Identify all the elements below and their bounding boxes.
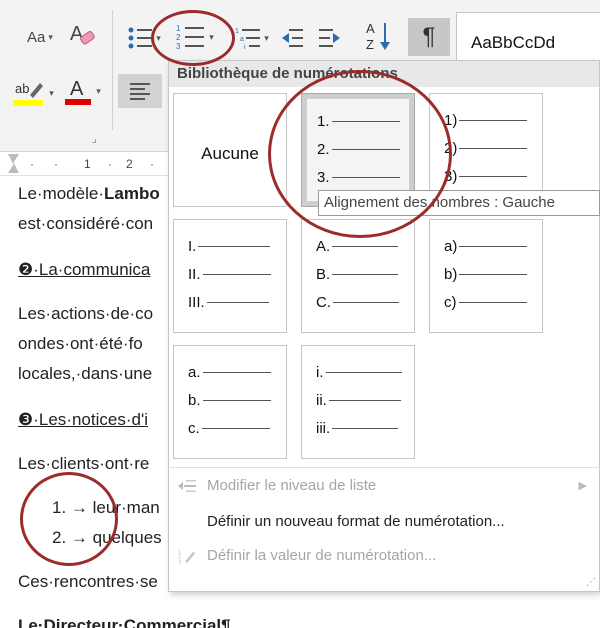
numbering-format-tile[interactable]: a) b) c) bbox=[429, 219, 543, 333]
numbering-library-title: Bibliothèque de numérotations bbox=[169, 61, 599, 87]
dialog-launcher-icon[interactable]: ⌟ bbox=[92, 134, 97, 145]
numbering-format-none[interactable]: Aucune bbox=[173, 93, 287, 207]
svg-text:1: 1 bbox=[235, 28, 239, 35]
style-preview-label: AaBbCcDd bbox=[471, 33, 556, 52]
doc-line: Les·clients·ont·re bbox=[18, 454, 150, 473]
numbering-format-tile[interactable]: a. b. c. bbox=[173, 345, 287, 459]
chevron-down-icon: ▾ bbox=[156, 32, 161, 43]
increase-indent-button[interactable] bbox=[314, 22, 346, 54]
change-list-level-menu-item[interactable]: Modifier le niveau de liste ▶ bbox=[169, 471, 599, 501]
align-left-button[interactable] bbox=[118, 74, 162, 108]
numbering-icon: 1 2 3 bbox=[176, 24, 205, 51]
doc-line: Ces·rencontres·se bbox=[18, 572, 158, 591]
list-number: 2. bbox=[52, 528, 67, 547]
none-label: Aucune bbox=[201, 144, 259, 163]
multilevel-list-icon: 1 a i bbox=[235, 28, 261, 50]
highlight-color-button[interactable]: ab ▾ bbox=[10, 78, 56, 108]
svg-text:ab: ab bbox=[15, 81, 29, 96]
bullets-icon bbox=[128, 27, 153, 49]
numbering-library-dropdown: Bibliothèque de numérotations Aucune 1. … bbox=[168, 60, 600, 592]
list-item: 1. → leur·man bbox=[52, 498, 160, 518]
numbering-format-tile[interactable]: i. ii. iii. bbox=[301, 345, 415, 459]
increase-indent-icon bbox=[319, 29, 340, 47]
doc-line: locales,·dans·une bbox=[18, 364, 153, 383]
doc-line: Le·modèle·Lambo bbox=[18, 184, 160, 203]
ruler-tick-1: 1 bbox=[84, 157, 91, 171]
section-heading: ❸·Les·notices·d'i bbox=[18, 410, 148, 429]
svg-text:3: 3 bbox=[178, 560, 181, 564]
sort-az-icon: A Z bbox=[366, 21, 390, 52]
set-numbering-value-icon: 1 2 3 bbox=[178, 549, 195, 564]
pilcrow-icon: ¶ bbox=[422, 23, 436, 50]
change-case-label: Aa bbox=[27, 28, 46, 46]
clear-formatting-icon: A bbox=[70, 23, 95, 45]
svg-text:2: 2 bbox=[176, 33, 181, 42]
numbering-format-tile[interactable]: I. II. III. bbox=[173, 219, 287, 333]
svg-text:a: a bbox=[240, 36, 244, 43]
bullets-button[interactable]: ▾ bbox=[124, 22, 164, 54]
tooltip: Alignement des nombres : Gauche bbox=[318, 190, 600, 216]
horizontal-ruler[interactable]: · · 1 · 2 · bbox=[0, 152, 170, 176]
svg-text:1: 1 bbox=[176, 24, 181, 33]
decrease-indent-icon bbox=[282, 29, 303, 47]
highlight-icon: ab bbox=[13, 81, 44, 106]
chevron-down-icon: ▾ bbox=[48, 31, 53, 42]
decrease-indent-button[interactable] bbox=[276, 22, 308, 54]
numbering-button[interactable]: 1 2 3 ▾ bbox=[170, 20, 220, 54]
doc-line: est·considéré·con bbox=[18, 214, 154, 233]
section-heading: ❷·La·communica bbox=[18, 260, 151, 279]
list-text: → leur·man bbox=[70, 498, 160, 517]
svg-text:3: 3 bbox=[176, 42, 181, 51]
list-item: 2. → quelques bbox=[52, 528, 162, 548]
change-level-icon bbox=[178, 480, 196, 492]
svg-text:A: A bbox=[366, 21, 375, 36]
submenu-arrow-icon: ▶ bbox=[578, 480, 587, 492]
ruler-tick-2: 2 bbox=[126, 157, 133, 171]
signature-line: Le·Directeur·Commercial¶ bbox=[18, 616, 231, 628]
doc-line: Les·actions·de·co bbox=[18, 304, 154, 323]
clear-formatting-button[interactable]: A bbox=[66, 18, 100, 52]
font-color-icon: A bbox=[65, 78, 92, 105]
sort-button[interactable]: A Z bbox=[362, 18, 396, 54]
resize-grip-icon[interactable]: ⋰ bbox=[586, 577, 596, 588]
svg-text:Z: Z bbox=[366, 37, 374, 52]
chevron-down-icon: ▾ bbox=[209, 31, 214, 42]
list-text: → quelques bbox=[70, 528, 162, 547]
list-number: 1. bbox=[52, 498, 67, 517]
show-formatting-marks-button[interactable]: ¶ bbox=[408, 18, 450, 56]
chevron-down-icon: ▾ bbox=[96, 85, 101, 96]
doc-line: ondes·ont·été·fo bbox=[18, 334, 143, 353]
change-case-button[interactable]: Aa ▾ bbox=[20, 24, 60, 50]
multilevel-list-button[interactable]: 1 a i ▾ bbox=[232, 22, 272, 54]
svg-text:A: A bbox=[70, 78, 84, 100]
font-color-button[interactable]: A ▾ bbox=[62, 74, 102, 108]
chevron-down-icon: ▾ bbox=[49, 87, 54, 98]
numbering-format-tile[interactable]: A. B. C. bbox=[301, 219, 415, 333]
align-left-icon bbox=[130, 83, 150, 100]
svg-text:i: i bbox=[244, 44, 246, 50]
define-new-number-format-menu-item[interactable]: Définir un nouveau format de numérotatio… bbox=[169, 507, 599, 537]
chevron-down-icon: ▾ bbox=[264, 32, 269, 43]
set-numbering-value-menu-item[interactable]: 1 2 3 Définir la valeur de numérotation.… bbox=[169, 541, 599, 571]
indent-marker-icon[interactable] bbox=[8, 154, 19, 173]
